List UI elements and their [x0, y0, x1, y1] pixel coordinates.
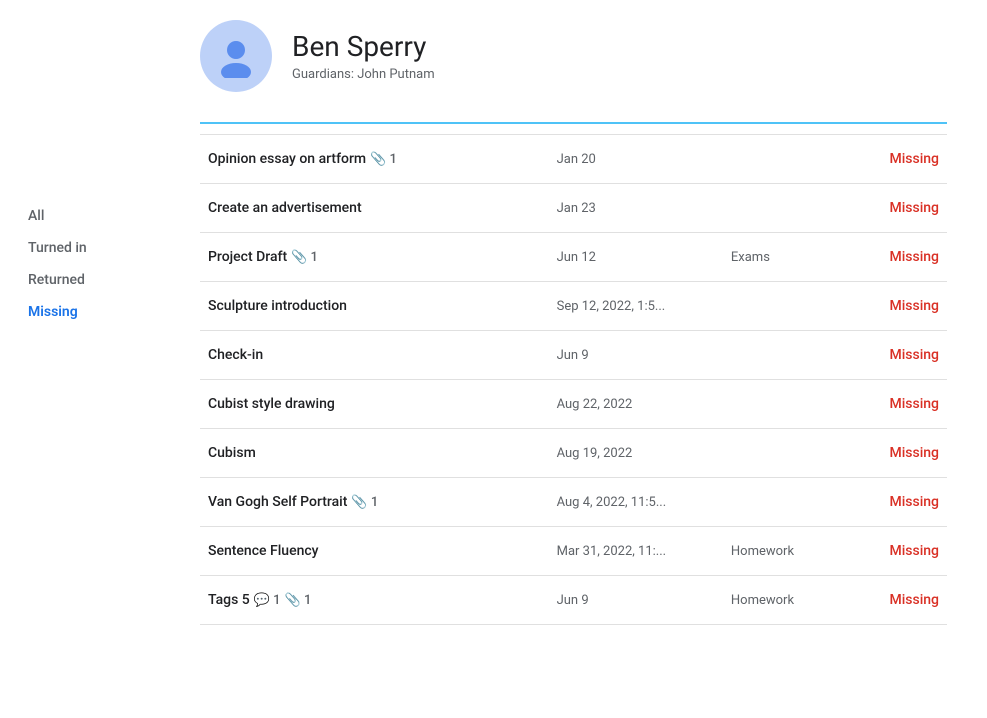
guardians-label: Guardians: John Putnam [292, 67, 435, 82]
assignment-date: Mar 31, 2022, 11:... [549, 527, 723, 576]
assignment-category: Homework [723, 576, 848, 625]
sidebar-item-turned-in[interactable]: Turned in [16, 232, 144, 264]
person-icon [214, 34, 258, 78]
assignment-status: Missing [847, 576, 947, 625]
sidebar-nav: AllTurned inReturnedMissing [16, 200, 144, 328]
assignment-category [723, 380, 848, 429]
assignment-status: Missing [847, 331, 947, 380]
attachment-icon: 📎 1 [291, 250, 318, 265]
assignment-name: Van Gogh Self Portrait📎 1 [200, 478, 549, 527]
main-content: Ben Sperry Guardians: John Putnam Opinio… [160, 0, 987, 718]
assignment-name: Cubist style drawing [200, 380, 549, 429]
assignment-date: Jan 20 [549, 135, 723, 184]
assignment-status: Missing [847, 282, 947, 331]
assignment-name: Check-in [200, 331, 549, 380]
assignment-status: Missing [847, 527, 947, 576]
assignment-category [723, 184, 848, 233]
attachment-icon: 📎 1 [285, 593, 312, 608]
assignment-status: Missing [847, 184, 947, 233]
avatar [200, 20, 272, 92]
assignment-date: Jun 9 [549, 331, 723, 380]
assignment-category: Homework [723, 527, 848, 576]
assignment-name: Create an advertisement [200, 184, 549, 233]
assignment-name: Project Draft📎 1 [200, 233, 549, 282]
assignment-category [723, 478, 848, 527]
assignment-date: Aug 4, 2022, 11:5... [549, 478, 723, 527]
divider [200, 122, 947, 124]
assignment-name: Cubism [200, 429, 549, 478]
assignment-date: Aug 22, 2022 [549, 380, 723, 429]
assignment-date: Sep 12, 2022, 1:5... [549, 282, 723, 331]
assignment-name: Tags 5💬 1📎 1 [200, 576, 549, 625]
table-row[interactable]: Sculpture introductionSep 12, 2022, 1:5.… [200, 282, 947, 331]
assignment-category: Exams [723, 233, 848, 282]
assignments-table: Opinion essay on artform📎 1Jan 20 Missing… [200, 134, 947, 625]
table-row[interactable]: Opinion essay on artform📎 1Jan 20 Missing [200, 135, 947, 184]
assignment-name: Opinion essay on artform📎 1 [200, 135, 549, 184]
sidebar-item-all[interactable]: All [16, 200, 144, 232]
table-row[interactable]: CubismAug 19, 2022 Missing [200, 429, 947, 478]
assignment-date: Aug 19, 2022 [549, 429, 723, 478]
assignment-date: Jan 23 [549, 184, 723, 233]
assignment-status: Missing [847, 380, 947, 429]
sidebar-item-missing[interactable]: Missing [16, 296, 144, 328]
assignment-category [723, 282, 848, 331]
table-row[interactable]: Project Draft📎 1Jun 12ExamsMissing [200, 233, 947, 282]
assignment-status: Missing [847, 135, 947, 184]
assignment-name: Sculpture introduction [200, 282, 549, 331]
assignment-date: Jun 9 [549, 576, 723, 625]
assignment-category [723, 135, 848, 184]
assignment-category [723, 331, 848, 380]
assignment-status: Missing [847, 233, 947, 282]
table-row[interactable]: Tags 5💬 1📎 1Jun 9HomeworkMissing [200, 576, 947, 625]
sidebar: AllTurned inReturnedMissing [0, 0, 160, 718]
assignment-category [723, 429, 848, 478]
profile-info: Ben Sperry Guardians: John Putnam [292, 30, 435, 82]
table-row[interactable]: Create an advertisementJan 23 Missing [200, 184, 947, 233]
attachment-icon: 📎 1 [351, 495, 378, 510]
assignment-date: Jun 12 [549, 233, 723, 282]
comment-icon: 💬 1 [254, 593, 281, 608]
assignment-status: Missing [847, 478, 947, 527]
sidebar-item-returned[interactable]: Returned [16, 264, 144, 296]
table-row[interactable]: Van Gogh Self Portrait📎 1Aug 4, 2022, 11… [200, 478, 947, 527]
table-row[interactable]: Check-inJun 9 Missing [200, 331, 947, 380]
student-name: Ben Sperry [292, 30, 435, 63]
table-row[interactable]: Sentence FluencyMar 31, 2022, 11:...Home… [200, 527, 947, 576]
attachment-icon: 📎 1 [370, 152, 397, 167]
app-layout: AllTurned inReturnedMissing Ben Sperry G… [0, 0, 987, 718]
assignment-name: Sentence Fluency [200, 527, 549, 576]
profile-section: Ben Sperry Guardians: John Putnam [200, 20, 947, 112]
assignment-status: Missing [847, 429, 947, 478]
table-row[interactable]: Cubist style drawingAug 22, 2022 Missing [200, 380, 947, 429]
